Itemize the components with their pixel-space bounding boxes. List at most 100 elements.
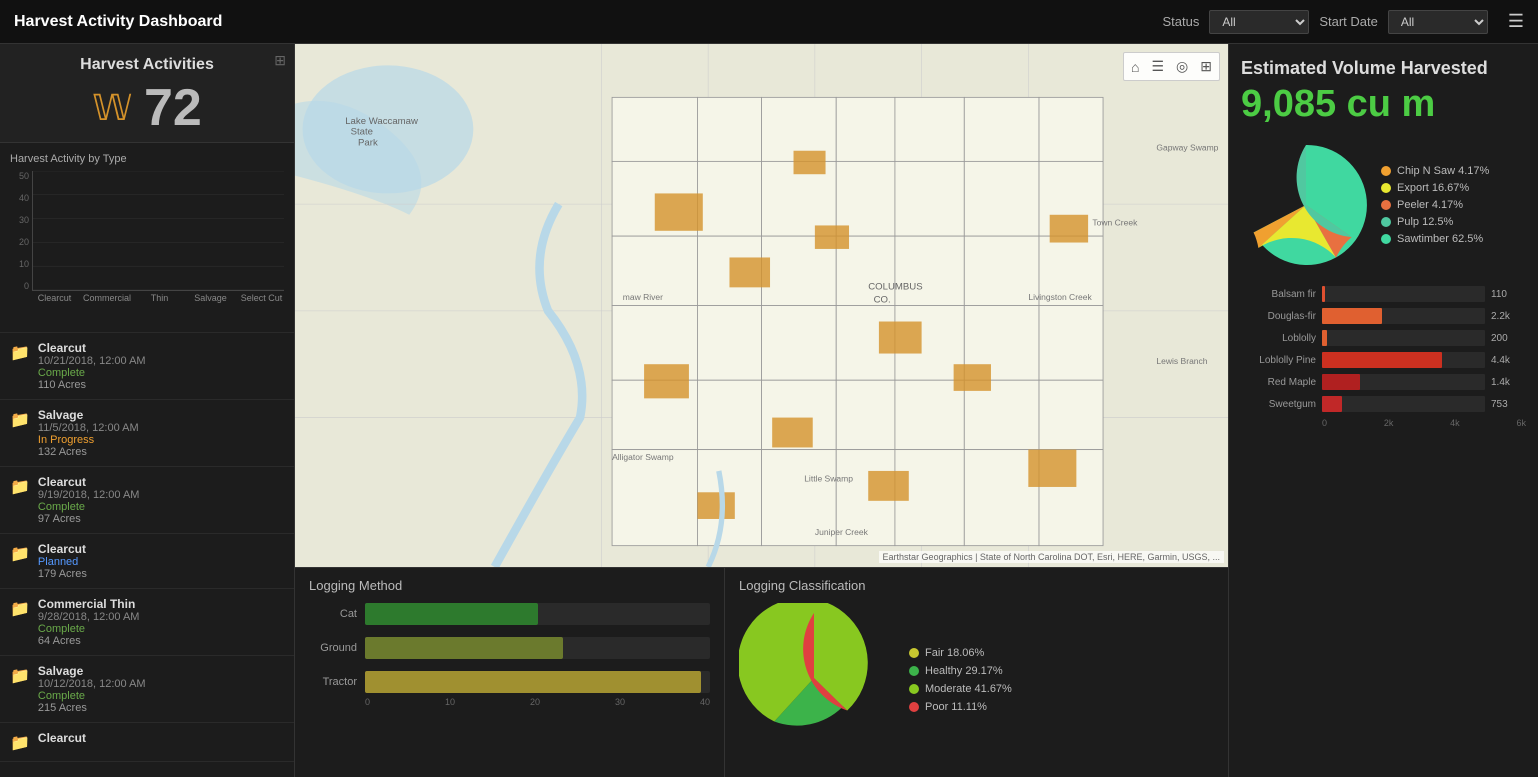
svg-text:COLUMBUS: COLUMBUS bbox=[868, 281, 922, 292]
legend-dot-export bbox=[1381, 183, 1391, 193]
legend-dot-moderate bbox=[909, 684, 919, 694]
species-row-loblolly-pine: Loblolly Pine 4.4k bbox=[1241, 352, 1526, 368]
bar-chart-section: Harvest Activity by Type 50 40 30 20 10 … bbox=[0, 143, 294, 333]
folder-icon: 📁 bbox=[10, 733, 30, 753]
legend-dot-poor bbox=[909, 702, 919, 712]
species-label-loblolly: Loblolly bbox=[1241, 333, 1316, 344]
list-item[interactable]: 📁 Clearcut bbox=[0, 723, 294, 762]
xlabel-clearcut: Clearcut bbox=[32, 293, 77, 303]
activity-info: Clearcut 10/21/2018, 12:00 AM Complete 1… bbox=[38, 341, 146, 391]
h-bar-axis: 0 10 20 30 40 bbox=[309, 697, 710, 707]
legend-label-chipnsaw: Chip N Saw 4.17% bbox=[1397, 165, 1489, 177]
species-row-red-maple: Red Maple 1.4k bbox=[1241, 374, 1526, 390]
legend-dot-fair bbox=[909, 648, 919, 658]
species-fill-red-maple bbox=[1322, 374, 1360, 390]
activity-info: Clearcut bbox=[38, 731, 86, 745]
legend-moderate: Moderate 41.67% bbox=[909, 683, 1012, 695]
map-toolbar: ⌂ ☰ ◎ ⊞ bbox=[1123, 52, 1220, 81]
xlabel-selectcut: Select Cut bbox=[239, 293, 284, 303]
start-date-select[interactable]: All bbox=[1388, 10, 1488, 34]
menu-icon[interactable]: ☰ bbox=[1508, 11, 1524, 32]
map-area[interactable]: Lake Waccamaw State Park COLUMBUS CO. ma… bbox=[295, 44, 1228, 567]
svg-text:Lewis Branch: Lewis Branch bbox=[1156, 356, 1207, 366]
list-item[interactable]: 📁 Clearcut Planned 179 Acres bbox=[0, 534, 294, 589]
bar-chart-title: Harvest Activity by Type bbox=[10, 153, 284, 165]
class-pie bbox=[739, 603, 889, 756]
y-40: 40 bbox=[10, 193, 29, 203]
volume-legend: Chip N Saw 4.17% Export 16.67% Peeler 4.… bbox=[1381, 165, 1489, 245]
y-20: 20 bbox=[10, 237, 29, 247]
species-label-balsam: Balsam fir bbox=[1241, 289, 1316, 300]
controls: Status All Complete In Progress Planned … bbox=[1162, 10, 1524, 34]
folder-icon: 📁 bbox=[10, 599, 30, 619]
class-legend: Fair 18.06% Healthy 29.17% Moderate 41.6… bbox=[909, 647, 1012, 713]
species-chart: Balsam fir 110 Douglas-fir 2.2k Loblolly bbox=[1241, 286, 1526, 763]
map-layers-button[interactable]: ◎ bbox=[1171, 55, 1193, 78]
h-bar-fill-cat bbox=[365, 603, 538, 625]
map-grid-button[interactable]: ⊞ bbox=[1195, 55, 1217, 78]
svg-text:CO.: CO. bbox=[874, 294, 891, 305]
svg-text:Town Creek: Town Creek bbox=[1092, 217, 1138, 227]
logging-classification-title: Logging Classification bbox=[739, 578, 1214, 593]
act-title: Clearcut bbox=[38, 731, 86, 745]
legend-dot-healthy bbox=[909, 666, 919, 676]
act-date: 10/12/2018, 12:00 AM bbox=[38, 678, 146, 690]
act-date: 11/5/2018, 12:00 AM bbox=[38, 422, 139, 434]
legend-dot-sawtimber bbox=[1381, 234, 1391, 244]
grid-svg bbox=[33, 171, 284, 290]
saxis-2k: 2k bbox=[1384, 418, 1394, 428]
h-bar-fill-ground bbox=[365, 637, 563, 659]
list-item[interactable]: 📁 Clearcut 10/21/2018, 12:00 AM Complete… bbox=[0, 333, 294, 400]
svg-text:Park: Park bbox=[358, 137, 378, 148]
bar-chart: 50 40 30 20 10 0 bbox=[10, 171, 284, 326]
y-0: 0 bbox=[10, 281, 29, 291]
svg-text:Livingston Creek: Livingston Creek bbox=[1028, 292, 1092, 302]
saxis-6k: 6k bbox=[1516, 418, 1526, 428]
svg-text:Alligator Swamp: Alligator Swamp bbox=[612, 452, 674, 462]
legend-label-pulp: Pulp 12.5% bbox=[1397, 216, 1453, 228]
legend-poor: Poor 11.11% bbox=[909, 701, 1012, 713]
y-30: 30 bbox=[10, 215, 29, 225]
species-track-sweetgum bbox=[1322, 396, 1485, 412]
est-volume-title: Estimated Volume Harvested bbox=[1241, 58, 1526, 79]
legend-peeler: Peeler 4.17% bbox=[1381, 199, 1489, 211]
list-item[interactable]: 📁 Clearcut 9/19/2018, 12:00 AM Complete … bbox=[0, 467, 294, 534]
bottom-charts: Logging Method Cat Ground bbox=[295, 567, 1228, 777]
map-attribution: Earthstar Geographics | State of North C… bbox=[879, 551, 1224, 563]
map-home-button[interactable]: ⌂ bbox=[1126, 55, 1144, 78]
list-item[interactable]: 📁 Commercial Thin 9/28/2018, 12:00 AM Co… bbox=[0, 589, 294, 656]
list-item[interactable]: 📁 Salvage 10/12/2018, 12:00 AM Complete … bbox=[0, 656, 294, 723]
folder-icon: 📁 bbox=[10, 477, 30, 497]
act-acres: 179 Acres bbox=[38, 568, 87, 580]
species-value-sweetgum: 753 bbox=[1491, 399, 1526, 410]
species-track-balsam bbox=[1322, 286, 1485, 302]
est-volume-value: 9,085 cu m bbox=[1241, 83, 1526, 126]
activity-info: Clearcut 9/19/2018, 12:00 AM Complete 97… bbox=[38, 475, 140, 525]
h-bar-label-ground: Ground bbox=[309, 642, 357, 654]
act-date: 10/21/2018, 12:00 AM bbox=[38, 355, 146, 367]
legend-healthy: Healthy 29.17% bbox=[909, 665, 1012, 677]
harvest-header: ⊞ Harvest Activities 𝕎 72 bbox=[0, 44, 294, 143]
legend-label-export: Export 16.67% bbox=[1397, 182, 1469, 194]
act-date: 9/28/2018, 12:00 AM bbox=[38, 611, 140, 623]
map-list-button[interactable]: ☰ bbox=[1146, 55, 1169, 78]
start-date-label: Start Date bbox=[1319, 14, 1378, 29]
act-title: Clearcut bbox=[38, 475, 140, 489]
status-select[interactable]: All Complete In Progress Planned bbox=[1209, 10, 1309, 34]
axis-10: 10 bbox=[445, 697, 455, 707]
species-value-douglas: 2.2k bbox=[1491, 311, 1526, 322]
harvest-count: 𝕎 72 bbox=[10, 82, 284, 134]
list-item[interactable]: 📁 Salvage 11/5/2018, 12:00 AM In Progres… bbox=[0, 400, 294, 467]
harvest-icon: 𝕎 bbox=[92, 87, 132, 129]
h-bar-track-tractor bbox=[365, 671, 710, 693]
h-bar-cat: Cat bbox=[309, 603, 710, 625]
app-title: Harvest Activity Dashboard bbox=[14, 13, 1162, 31]
activity-info: Commercial Thin 9/28/2018, 12:00 AM Comp… bbox=[38, 597, 140, 647]
expand-icon[interactable]: ⊞ bbox=[274, 52, 286, 69]
svg-text:Gapway Swamp: Gapway Swamp bbox=[1156, 143, 1218, 153]
act-date: 9/19/2018, 12:00 AM bbox=[38, 489, 140, 501]
legend-label-sawtimber: Sawtimber 62.5% bbox=[1397, 233, 1483, 245]
activity-info: Salvage 10/12/2018, 12:00 AM Complete 21… bbox=[38, 664, 146, 714]
svg-text:maw River: maw River bbox=[623, 292, 663, 302]
folder-icon: 📁 bbox=[10, 343, 30, 363]
